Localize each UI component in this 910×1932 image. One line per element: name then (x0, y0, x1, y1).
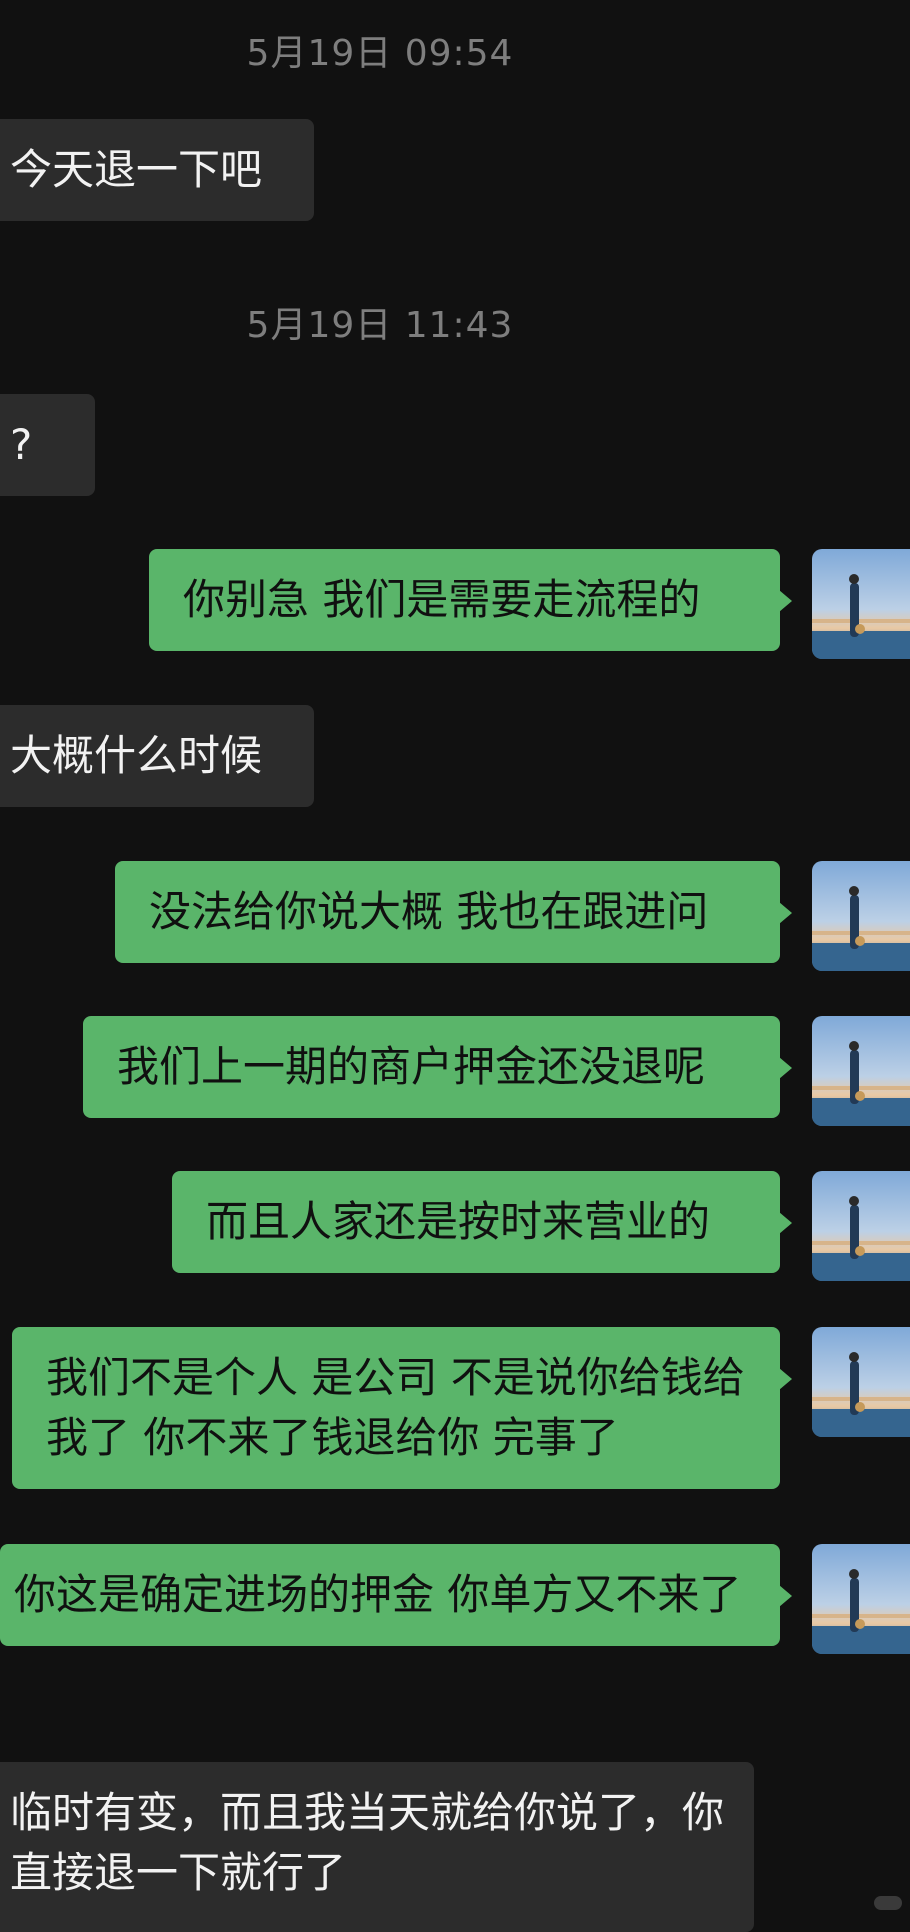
message-text: 你别急 我们是需要走流程的 (183, 575, 701, 624)
user-avatar[interactable] (812, 861, 910, 971)
message-text: ? (10, 420, 33, 469)
message-text: 临时有变，而且我当天就给你说了，你直接退一下就行了 (10, 1788, 725, 1897)
user-avatar-photo-icon (812, 1171, 910, 1281)
incoming-message-bubble[interactable]: 临时有变，而且我当天就给你说了，你直接退一下就行了 (0, 1762, 754, 1932)
message-text: 我们不是个人 是公司 不是说你给钱给我了 你不来了钱退给你 完事了 (46, 1353, 745, 1462)
user-avatar[interactable] (812, 1171, 910, 1281)
message-text: 没法给你说大概 我也在跟进问 (149, 887, 709, 936)
user-avatar[interactable] (812, 549, 910, 659)
timestamp: 5月19日 09:54 (246, 33, 514, 74)
user-avatar-photo-icon (812, 1544, 910, 1654)
incoming-message-bubble[interactable]: 今天退一下吧 (0, 119, 314, 221)
user-avatar[interactable] (812, 1544, 910, 1654)
user-avatar-photo-icon (812, 1327, 910, 1437)
user-avatar-photo-icon (812, 861, 910, 971)
watermark-badge (874, 1896, 902, 1910)
message-text: 你这是确定进场的押金 你单方又不来了 (14, 1570, 742, 1619)
message-text: 大概什么时候 (10, 731, 263, 780)
outgoing-message-bubble[interactable]: 我们上一期的商户押金还没退呢 (83, 1016, 792, 1118)
incoming-message-bubble[interactable]: 大概什么时候 (0, 705, 314, 807)
message-text: 而且人家还是按时来营业的 (206, 1197, 711, 1246)
user-avatar-photo-icon (812, 549, 910, 659)
message-text: 我们上一期的商户押金还没退呢 (117, 1042, 706, 1091)
timestamp: 5月19日 11:43 (246, 305, 514, 346)
user-avatar[interactable] (812, 1327, 910, 1437)
outgoing-message-bubble[interactable]: 我们不是个人 是公司 不是说你给钱给我了 你不来了钱退给你 完事了 (12, 1327, 792, 1489)
outgoing-message-bubble[interactable]: 没法给你说大概 我也在跟进问 (115, 861, 792, 963)
outgoing-message-bubble[interactable]: 而且人家还是按时来营业的 (172, 1171, 792, 1273)
outgoing-message-bubble[interactable]: 你这是确定进场的押金 你单方又不来了 (0, 1544, 792, 1646)
outgoing-message-bubble[interactable]: 你别急 我们是需要走流程的 (149, 549, 792, 651)
user-avatar[interactable] (812, 1016, 910, 1126)
user-avatar-photo-icon (812, 1016, 910, 1126)
incoming-message-bubble[interactable]: ? (0, 394, 95, 496)
message-text: 今天退一下吧 (10, 145, 263, 194)
